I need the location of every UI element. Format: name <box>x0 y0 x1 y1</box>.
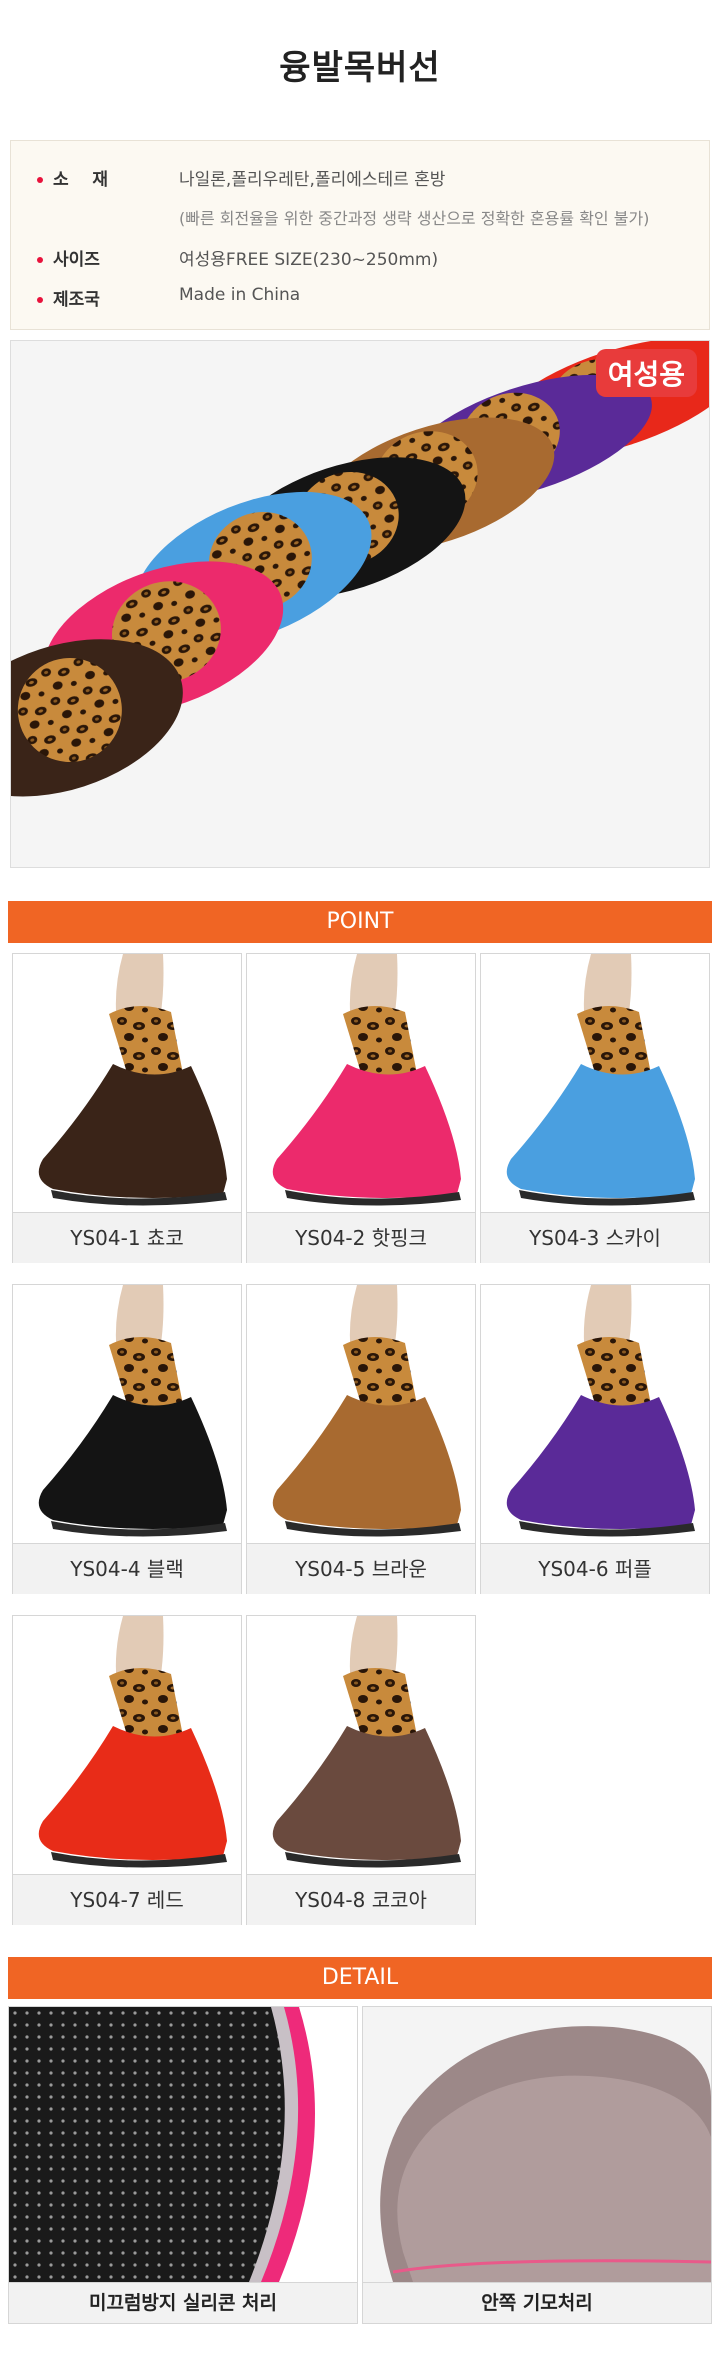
product-caption: YS04-1 쵸코 <box>13 1212 241 1263</box>
sock-illustration <box>247 954 475 1212</box>
product-caption: YS04-3 스카이 <box>481 1212 709 1263</box>
product-photo <box>481 1285 709 1543</box>
spec-table: 소 재 나일론,폴리우레탄,폴리에스테르 혼방 (빠른 회전율을 위한 중간과정… <box>10 140 710 330</box>
product-photo <box>13 1616 241 1874</box>
point-header: POINT <box>8 901 712 943</box>
product-card: YS04-8 코코아 <box>246 1615 476 1925</box>
origin-value: Made in China <box>179 285 301 305</box>
material-note: (빠른 회전율을 위한 중간과정 생략 생산으로 정확한 혼용률 확인 불가) <box>179 209 650 228</box>
detail-photo-fleece <box>363 2007 711 2282</box>
product-caption: YS04-5 브라운 <box>247 1543 475 1594</box>
product-photo <box>247 1616 475 1874</box>
product-caption: YS04-7 레드 <box>13 1874 241 1925</box>
product-card: YS04-4 블랙 <box>12 1284 242 1594</box>
product-caption: YS04-8 코코아 <box>247 1874 475 1925</box>
material-label: 소 재 <box>37 165 108 190</box>
product-caption: YS04-2 핫핑크 <box>247 1212 475 1263</box>
product-card: YS04-7 레드 <box>12 1615 242 1925</box>
sock-illustration <box>13 1285 241 1543</box>
product-photo <box>13 954 241 1212</box>
product-card: YS04-2 핫핑크 <box>246 953 476 1263</box>
hero-socks-illustration <box>11 341 709 867</box>
page-title: 융발목버선 <box>279 48 441 88</box>
women-badge: 여성용 <box>595 349 697 397</box>
size-value: 여성용FREE SIZE(230~250mm) <box>179 250 439 270</box>
bullet-icon <box>37 177 43 183</box>
detail-header: DETAIL <box>8 1957 712 1999</box>
product-photo <box>13 1285 241 1543</box>
detail-caption: 미끄럼방지 실리콘 처리 <box>9 2282 357 2323</box>
detail-photo-silicone <box>9 2007 357 2282</box>
bullet-icon <box>37 257 43 263</box>
sock-illustration <box>247 1285 475 1543</box>
sock-illustration <box>247 1616 475 1874</box>
product-card: YS04-3 스카이 <box>480 953 710 1263</box>
material-value: 나일론,폴리우레탄,폴리에스테르 혼방 <box>179 170 446 190</box>
size-label: 사이즈 <box>37 245 100 270</box>
product-caption: YS04-4 블랙 <box>13 1543 241 1594</box>
sock-illustration <box>13 1616 241 1874</box>
product-photo <box>247 1285 475 1543</box>
product-photo <box>247 954 475 1212</box>
silicone-sole-illustration <box>9 2007 357 2282</box>
origin-label: 제조국 <box>37 285 100 310</box>
detail-card-fleece: 안쪽 기모처리 <box>362 2006 712 2324</box>
product-caption: YS04-6 퍼플 <box>481 1543 709 1594</box>
product-photo <box>481 954 709 1212</box>
sock-illustration <box>481 954 709 1212</box>
fleece-lining-illustration <box>363 2007 711 2282</box>
product-card: YS04-1 쵸코 <box>12 953 242 1263</box>
bullet-icon <box>37 297 43 303</box>
size-label-text: 사이즈 <box>53 250 100 270</box>
product-card: YS04-5 브라운 <box>246 1284 476 1594</box>
detail-card-silicone: 미끄럼방지 실리콘 처리 <box>8 2006 358 2324</box>
material-label-text: 소 재 <box>53 170 108 190</box>
hero-image: 여성용 <box>10 340 710 868</box>
product-card: YS04-6 퍼플 <box>480 1284 710 1594</box>
origin-label-text: 제조국 <box>53 290 100 310</box>
detail-caption: 안쪽 기모처리 <box>363 2282 711 2323</box>
sock-illustration <box>13 954 241 1212</box>
sock-illustration <box>481 1285 709 1543</box>
